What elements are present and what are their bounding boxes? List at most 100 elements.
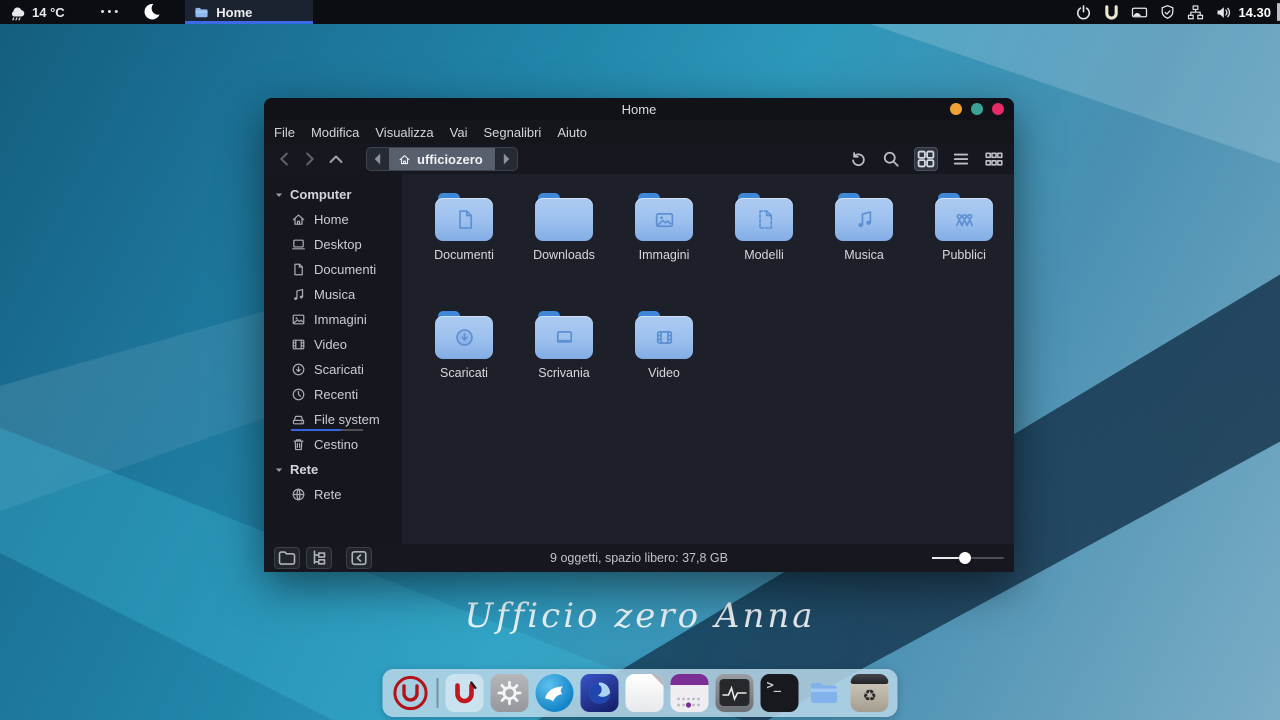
menu-vai[interactable]: Vai — [450, 125, 468, 140]
sidebar-item-recenti[interactable]: Recenti — [264, 382, 402, 407]
monitor-screen — [720, 679, 750, 706]
status-bar: 9 oggetti, spazio libero: 37,8 GB — [264, 544, 1014, 572]
drive-icon — [291, 412, 306, 427]
sidebar-section-rete[interactable]: Rete — [264, 457, 402, 482]
status-text: 9 oggetti, spazio libero: 37,8 GB — [264, 551, 1014, 565]
sidebar-item-video[interactable]: Video — [264, 332, 402, 357]
view-grid-button[interactable] — [914, 147, 938, 171]
dock-item-thunderbird-mail[interactable] — [581, 674, 619, 712]
dock-item-calendar[interactable] — [671, 674, 709, 712]
reload-button[interactable] — [848, 149, 868, 169]
window-controls — [950, 98, 1004, 120]
panel-menu-dots[interactable]: ••• — [101, 6, 122, 18]
minimize-button[interactable] — [950, 103, 962, 115]
home-icon — [398, 153, 411, 166]
folder-icon — [635, 193, 693, 241]
breadcrumb-right-icon[interactable] — [495, 148, 517, 170]
title-bar[interactable]: Home — [264, 98, 1014, 120]
trash-lid — [851, 674, 889, 684]
dock-item-librewolf-browser[interactable] — [536, 674, 574, 712]
download-icon — [291, 362, 306, 377]
sidebar-item-home[interactable]: Home — [264, 207, 402, 232]
sidebar-item-label: Immagini — [314, 312, 367, 327]
back-button[interactable] — [274, 149, 294, 169]
sidebar-item-label: Desktop — [314, 237, 362, 252]
top-panel: 14 °C ••• Home 14.30 — [0, 0, 1280, 24]
folder-icon — [935, 193, 993, 241]
dock-item-uz-menu[interactable] — [392, 674, 430, 712]
file-downloads[interactable]: Downloads — [514, 187, 614, 295]
file-immagini[interactable]: Immagini — [614, 187, 714, 295]
file-grid: Documenti Downloads Immagini Modelli MusicaP… — [402, 174, 1014, 413]
folder-icon — [835, 193, 893, 241]
volume-icon[interactable] — [1215, 4, 1232, 21]
sidebar-item-label: Recenti — [314, 387, 358, 402]
forward-button[interactable] — [300, 149, 320, 169]
menu-modifica[interactable]: Modifica — [311, 125, 359, 140]
file-pubblici[interactable]: Pubblici — [914, 187, 1014, 295]
file-label: Downloads — [533, 248, 595, 262]
wallpaper-icon[interactable] — [1131, 4, 1148, 21]
dock-item-settings[interactable] — [491, 674, 529, 712]
sidebar-item-cestino[interactable]: Cestino — [264, 432, 402, 457]
window-body: ComputerHomeDesktopDocumentiMusicaImmagi… — [264, 174, 1014, 544]
shield-icon[interactable] — [1159, 4, 1176, 21]
view-compact-button[interactable] — [984, 149, 1004, 169]
desktop-emblem-icon — [535, 316, 593, 359]
taskbar-item-home[interactable]: Home — [185, 0, 313, 24]
dock-item-text-editor[interactable] — [626, 674, 664, 712]
close-button[interactable] — [992, 103, 1004, 115]
uz-logo-icon[interactable] — [1103, 4, 1120, 21]
file-video[interactable]: Video — [614, 305, 714, 413]
sidebar-item-rete[interactable]: Rete — [264, 482, 402, 507]
active-indicator — [185, 21, 313, 24]
file-musica[interactable]: Musica — [814, 187, 914, 295]
up-button[interactable] — [326, 149, 346, 169]
menu-aiuto[interactable]: Aiuto — [557, 125, 587, 140]
network-icon[interactable] — [1187, 4, 1204, 21]
maximize-button[interactable] — [971, 103, 983, 115]
sidebar-item-file-system[interactable]: File system — [264, 407, 402, 432]
file-scaricati[interactable]: Scaricati — [414, 305, 514, 413]
slider-knob[interactable] — [959, 552, 971, 564]
file-modelli[interactable]: Modelli — [714, 187, 814, 295]
clock-label[interactable]: 14.30 — [1238, 5, 1271, 20]
file-view[interactable]: Documenti Downloads Immagini Modelli MusicaP… — [402, 174, 1014, 544]
file-manager-window: Home File Modifica Visualizza Vai Segnalibri… — [264, 98, 1014, 572]
night-mode-icon[interactable] — [143, 2, 163, 22]
file-label: Scaricati — [440, 366, 488, 380]
sidebar-section-computer[interactable]: Computer — [264, 182, 402, 207]
menu-segnalibri[interactable]: Segnalibri — [484, 125, 542, 140]
sidebar-item-desktop[interactable]: Desktop — [264, 232, 402, 257]
sidebar-section-label: Computer — [290, 187, 351, 202]
view-list-button[interactable] — [951, 149, 971, 169]
sidebar-item-label: Scaricati — [314, 362, 364, 377]
sidebar-item-label: Rete — [314, 487, 341, 502]
file-documenti[interactable]: Documenti — [414, 187, 514, 295]
menu-visualizza[interactable]: Visualizza — [375, 125, 433, 140]
dock-item-system-monitor[interactable] — [716, 674, 754, 712]
file-label: Modelli — [744, 248, 784, 262]
file-label: Scrivania — [538, 366, 589, 380]
people-emblem-icon — [935, 198, 993, 241]
breadcrumb-left-icon[interactable] — [367, 148, 389, 170]
globe-icon — [291, 487, 306, 502]
zoom-slider[interactable] — [932, 550, 1004, 566]
music-emblem-icon — [835, 198, 893, 241]
sidebar-item-documenti[interactable]: Documenti — [264, 257, 402, 282]
dock-item-uz-writer[interactable] — [446, 674, 484, 712]
dock-item-terminal[interactable]: >_ — [761, 674, 799, 712]
dock-item-trash[interactable]: ♻ — [851, 674, 889, 712]
search-button[interactable] — [881, 149, 901, 169]
template-emblem-icon — [735, 198, 793, 241]
dock-item-file-manager[interactable] — [806, 674, 844, 712]
file-scrivania[interactable]: Scrivania — [514, 305, 614, 413]
none-emblem-icon — [535, 198, 593, 241]
menu-file[interactable]: File — [274, 125, 295, 140]
sidebar-item-scaricati[interactable]: Scaricati — [264, 357, 402, 382]
breadcrumb-segment-home[interactable]: ufficiozero — [389, 148, 495, 170]
weather-widget[interactable]: 14 °C — [0, 3, 65, 22]
sidebar-item-musica[interactable]: Musica — [264, 282, 402, 307]
sidebar-item-immagini[interactable]: Immagini — [264, 307, 402, 332]
power-icon[interactable] — [1075, 4, 1092, 21]
